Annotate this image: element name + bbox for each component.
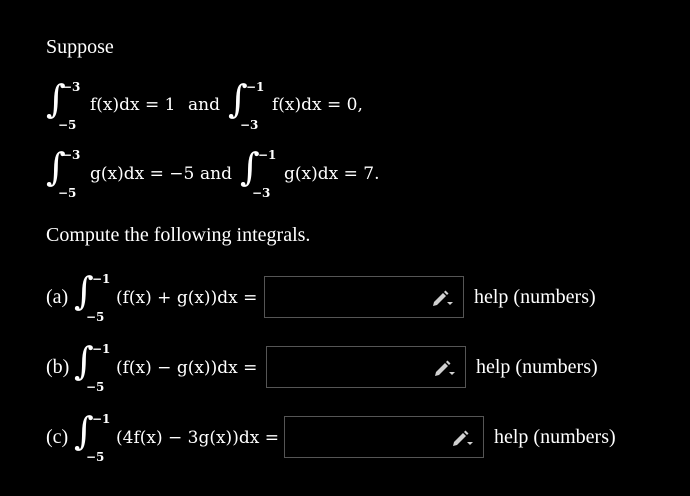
- intro-text: Suppose: [46, 36, 114, 58]
- upper-limit: −1: [92, 342, 111, 356]
- lower-limit: −3: [252, 186, 271, 200]
- integrand: (f(x) + g(x))dx =: [116, 288, 258, 308]
- part-label: (a): [46, 286, 69, 308]
- upper-limit: −1: [92, 412, 111, 426]
- upper-limit: −3: [62, 148, 81, 162]
- integral-sign: ∫: [240, 145, 260, 189]
- answer-box-a: [264, 276, 464, 318]
- upper-limit: −1: [92, 272, 111, 286]
- upper-limit: −1: [258, 148, 277, 162]
- lower-limit: −5: [86, 310, 105, 324]
- upper-limit: −3: [62, 80, 81, 94]
- integral-sign: ∫: [74, 269, 94, 313]
- answer-box-c: [284, 416, 484, 458]
- integrand: (4f(x) − 3g(x))dx =: [116, 428, 279, 448]
- integral-sign: ∫: [74, 409, 94, 453]
- integrand: f(x)dx = 1: [90, 95, 176, 115]
- integrand: g(x)dx = −5: [90, 164, 195, 184]
- upper-limit: −1: [246, 80, 265, 94]
- integrand: g(x)dx = 7.: [284, 164, 380, 184]
- help-numbers-link-c[interactable]: help (numbers): [494, 426, 616, 449]
- help-numbers-link-b[interactable]: help (numbers): [476, 356, 598, 379]
- integral-sign: ∫: [74, 339, 94, 383]
- part-label: (c): [46, 426, 69, 448]
- pencil-icon[interactable]: [431, 290, 453, 306]
- answer-box-b: [266, 346, 466, 388]
- help-numbers-link-a[interactable]: help (numbers): [474, 286, 596, 309]
- lower-limit: −5: [86, 380, 105, 394]
- pencil-icon[interactable]: [433, 360, 455, 376]
- lower-limit: −3: [240, 118, 259, 132]
- lower-limit: −5: [58, 186, 77, 200]
- connector: and: [200, 164, 232, 184]
- integrand: (f(x) − g(x))dx =: [116, 358, 258, 378]
- connector: and: [188, 95, 220, 115]
- integrand: f(x)dx = 0,: [272, 95, 363, 115]
- instruction-text: Compute the following integrals.: [46, 224, 311, 246]
- lower-limit: −5: [86, 450, 105, 464]
- part-label: (b): [46, 356, 70, 378]
- integral-sign: ∫: [228, 77, 248, 121]
- pencil-icon[interactable]: [451, 430, 473, 446]
- lower-limit: −5: [58, 118, 77, 132]
